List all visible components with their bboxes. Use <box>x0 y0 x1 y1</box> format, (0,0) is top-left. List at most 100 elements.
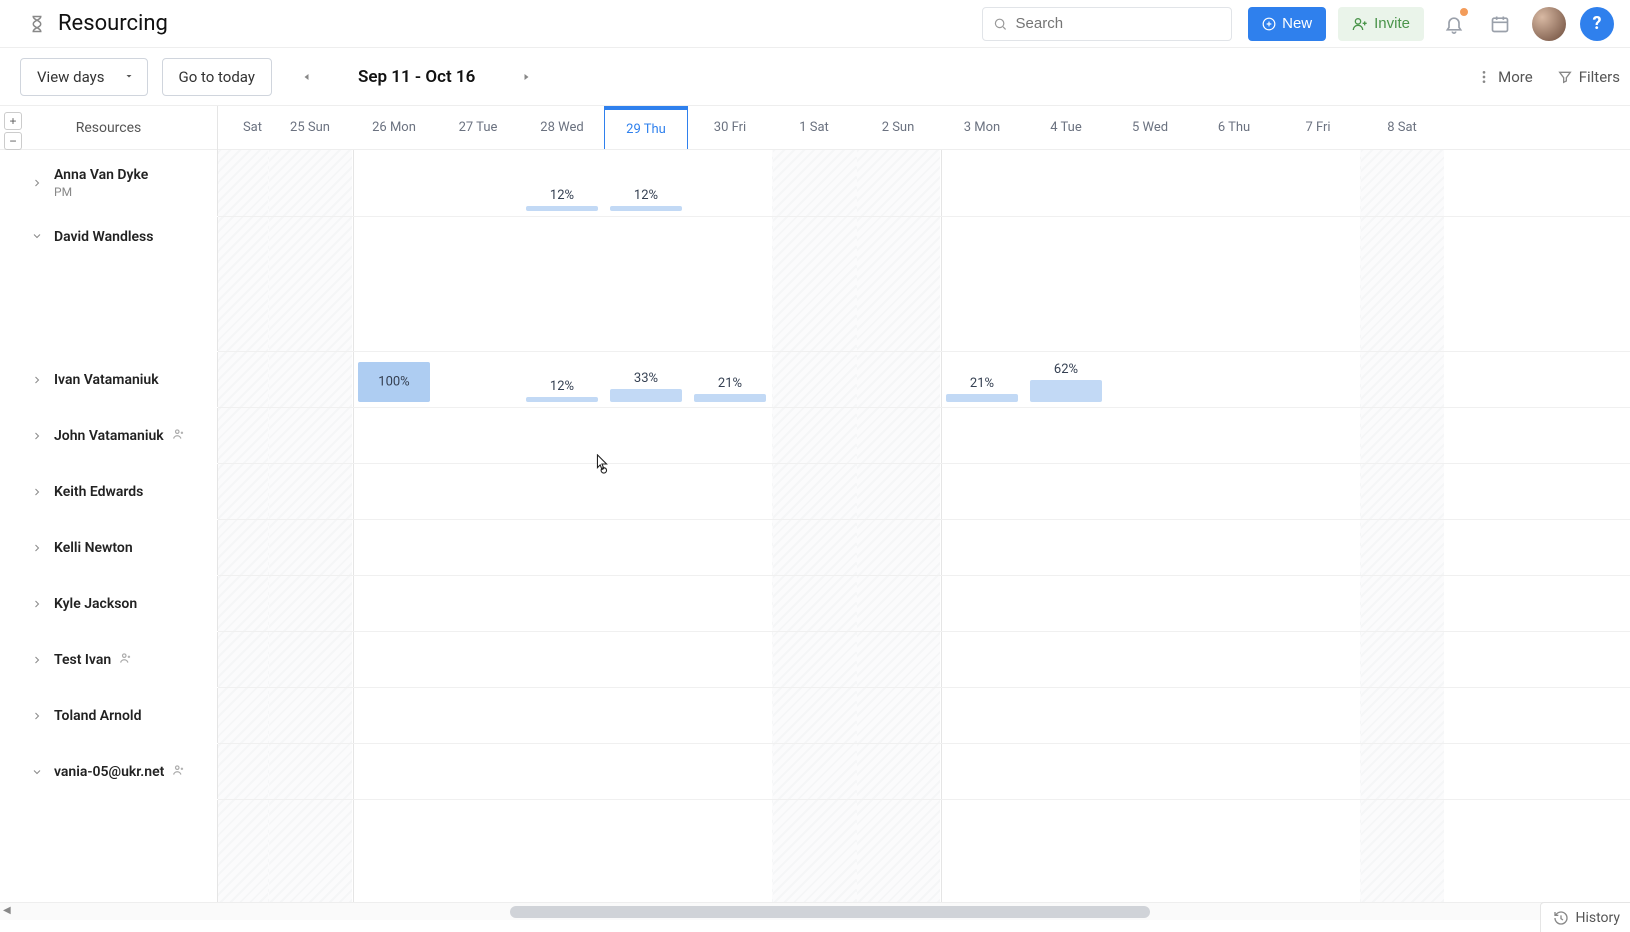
calendar-button[interactable] <box>1486 10 1514 38</box>
day-header[interactable]: 30 Fri <box>688 106 772 149</box>
help-button[interactable]: ? <box>1580 7 1614 41</box>
chevron-right-icon[interactable] <box>30 176 44 190</box>
resource-name: Anna Van Dyke <box>54 167 148 183</box>
day-header[interactable]: 5 Wed <box>1108 106 1192 149</box>
search-input[interactable] <box>982 7 1232 41</box>
utilization-cell[interactable]: 12% <box>526 362 598 402</box>
resource-row[interactable]: Toland Arnold <box>0 688 218 744</box>
resource-row[interactable]: Ivan Vatamaniuk <box>0 352 218 408</box>
day-header[interactable]: 7 Fri <box>1276 106 1360 149</box>
plus-circle-icon <box>1262 17 1276 31</box>
new-button[interactable]: New <box>1248 7 1326 41</box>
timeline-row[interactable] <box>218 744 1630 800</box>
utilization-percent: 21% <box>970 376 994 391</box>
filter-icon <box>1557 69 1573 85</box>
resource-row[interactable]: Test Ivan <box>0 632 218 688</box>
chevron-right-icon[interactable] <box>30 429 44 443</box>
resource-name: David Wandless <box>54 229 153 245</box>
resource-row[interactable]: Anna Van DykePM <box>0 150 218 217</box>
resource-name: vania-05@ukr.net <box>54 764 164 780</box>
history-button[interactable]: History <box>1540 902 1630 932</box>
prev-period-button[interactable] <box>296 66 318 88</box>
filters-button[interactable]: Filters <box>1557 68 1620 86</box>
resource-row[interactable]: Keith Edwards <box>0 464 218 520</box>
next-period-button[interactable] <box>515 66 537 88</box>
utilization-percent: 21% <box>718 376 742 391</box>
history-icon <box>1553 910 1569 926</box>
view-mode-dropdown[interactable]: View days <box>20 58 148 96</box>
chevron-right-icon[interactable] <box>30 373 44 387</box>
resource-row[interactable]: John Vatamaniuk <box>0 408 218 464</box>
chevron-right-icon[interactable] <box>30 709 44 723</box>
user-plus-icon <box>1352 16 1368 32</box>
invite-button-label: Invite <box>1374 15 1410 32</box>
chevron-down-icon[interactable] <box>30 229 44 243</box>
user-icon <box>172 426 186 445</box>
chevron-right-icon[interactable] <box>30 653 44 667</box>
search-icon <box>993 16 1007 32</box>
calendar-icon <box>1490 14 1510 34</box>
timeline-row[interactable]: 12% 12% <box>218 150 1630 217</box>
utilization-percent: 33% <box>634 371 658 386</box>
day-header[interactable]: 28 Wed <box>520 106 604 149</box>
go-to-today-label: Go to today <box>179 68 255 86</box>
horizontal-scrollbar[interactable]: ◀ <box>0 902 1630 920</box>
resources-column-header: Resources <box>0 106 217 150</box>
resource-row[interactable]: vania-05@ukr.net <box>0 744 218 800</box>
day-header[interactable]: 2 Sun <box>856 106 940 149</box>
day-header[interactable]: 3 Mon <box>940 106 1024 149</box>
day-header[interactable]: 27 Tue <box>436 106 520 149</box>
day-header[interactable]: 1 Sat <box>772 106 856 149</box>
zoom-out-button[interactable]: − <box>4 132 22 150</box>
timeline-row[interactable] <box>218 520 1630 576</box>
utilization-bar <box>610 206 682 211</box>
utilization-percent: 12% <box>550 188 574 203</box>
utilization-cell[interactable]: 62% <box>1030 362 1102 402</box>
page-title: Resourcing <box>58 11 168 36</box>
invite-button[interactable]: Invite <box>1338 7 1424 41</box>
utilization-cell[interactable]: 21% <box>694 362 766 402</box>
utilization-cell[interactable]: 100% <box>358 362 430 402</box>
chevron-right-icon[interactable] <box>30 541 44 555</box>
utilization-cell[interactable]: 12% <box>610 171 682 211</box>
resource-row[interactable]: Kyle Jackson <box>0 576 218 632</box>
resource-name: Keith Edwards <box>54 484 143 500</box>
day-header[interactable]: 4 Tue <box>1024 106 1108 149</box>
resource-row[interactable]: David Wandless <box>0 217 218 352</box>
timeline-row[interactable] <box>218 217 1630 352</box>
zoom-in-button[interactable]: + <box>4 112 22 130</box>
utilization-bar <box>526 206 598 211</box>
utilization-cell[interactable]: 12% <box>526 171 598 211</box>
utilization-bar <box>1030 380 1102 402</box>
timeline-row[interactable]: 100% 12% 33% 21% 21% 62% <box>218 352 1630 408</box>
day-header[interactable]: 25 Sun <box>268 106 352 149</box>
utilization-bar <box>610 389 682 402</box>
day-header[interactable]: 6 Thu <box>1192 106 1276 149</box>
utilization-cell[interactable]: 33% <box>610 362 682 402</box>
chevron-right-icon[interactable] <box>30 485 44 499</box>
day-header[interactable]: 26 Mon <box>352 106 436 149</box>
day-header[interactable]: Sat <box>218 106 268 149</box>
day-header[interactable]: 29 Thu <box>604 106 688 149</box>
user-icon <box>119 650 133 669</box>
scrollbar-thumb[interactable] <box>510 906 1150 918</box>
resource-name: Toland Arnold <box>54 708 141 724</box>
timeline-row[interactable] <box>218 688 1630 744</box>
timeline-row[interactable] <box>218 632 1630 688</box>
day-header[interactable]: 8 Sat <box>1360 106 1444 149</box>
resource-row[interactable]: Kelli Newton <box>0 520 218 576</box>
chevron-right-icon[interactable] <box>30 597 44 611</box>
timeline-row[interactable] <box>218 464 1630 520</box>
go-to-today-button[interactable]: Go to today <box>162 58 272 96</box>
triangle-left-icon: ◀ <box>3 905 11 916</box>
timeline-row[interactable] <box>218 408 1630 464</box>
utilization-cell[interactable]: 21% <box>946 362 1018 402</box>
notifications-button[interactable] <box>1440 10 1468 38</box>
chevron-down-icon[interactable] <box>30 765 44 779</box>
filters-label: Filters <box>1579 68 1620 86</box>
user-avatar[interactable] <box>1532 7 1566 41</box>
more-menu[interactable]: More <box>1476 68 1533 86</box>
hourglass-icon <box>28 15 46 33</box>
search-field[interactable] <box>1016 15 1222 32</box>
timeline-row[interactable] <box>218 576 1630 632</box>
